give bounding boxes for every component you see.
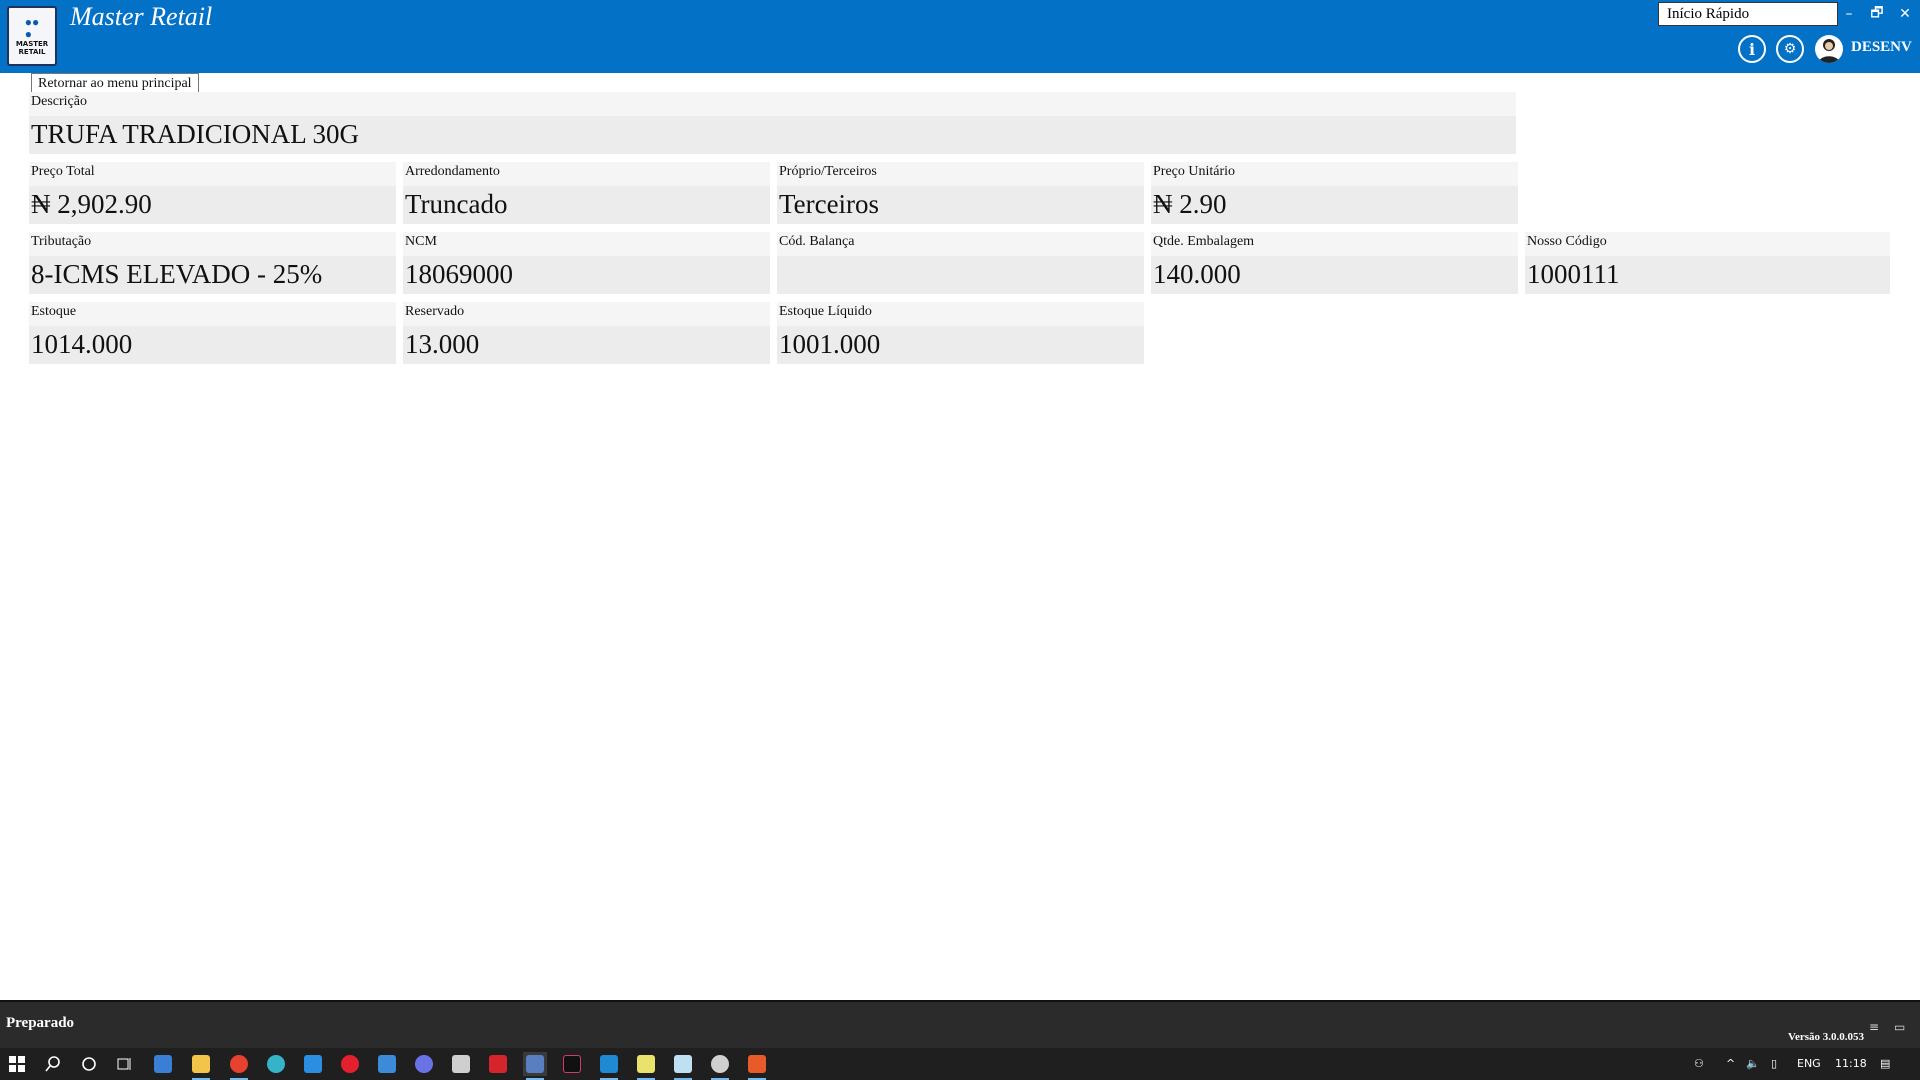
- field-label: Reservado: [405, 304, 465, 319]
- cortana-icon[interactable]: [77, 1052, 101, 1076]
- opera-icon[interactable]: [338, 1052, 362, 1076]
- field-label: Preço Unitário: [1153, 164, 1236, 179]
- acrobat-icon[interactable]: [486, 1052, 510, 1076]
- field-value[interactable]: Terceiros: [777, 186, 1144, 224]
- clock[interactable]: 11:18: [1835, 1057, 1867, 1070]
- user-avatar[interactable]: [1815, 35, 1843, 63]
- mail-icon[interactable]: [375, 1052, 399, 1076]
- field-preco-total: Preço Total ₦ 2,902.90: [29, 162, 396, 224]
- app-flame-icon[interactable]: [745, 1052, 769, 1080]
- user-avatar-icon: [1818, 39, 1840, 63]
- field-descricao: Descrição TRUFA TRADICIONAL 30G: [29, 92, 1516, 154]
- field-estoque: Estoque 1014.000: [29, 302, 396, 364]
- field-arredondamento: Arredondamento Truncado: [403, 162, 770, 224]
- logo-text: MASTER RETAIL: [15, 40, 49, 56]
- field-value[interactable]: TRUFA TRADICIONAL 30G: [29, 116, 1516, 154]
- field-label: Estoque Líquido: [779, 304, 872, 319]
- status-bar: Preparado Versão 3.0.0.053 ≡ ▭: [0, 1000, 1920, 1048]
- field-label: Qtde. Embalagem: [1153, 234, 1255, 249]
- vscode-icon[interactable]: [597, 1052, 621, 1080]
- logo-icon: ●● ●: [24, 15, 40, 41]
- edge-icon[interactable]: [264, 1052, 288, 1076]
- chevron-up-icon[interactable]: ^: [1726, 1057, 1735, 1070]
- field-value[interactable]: 1001.000: [777, 326, 1144, 364]
- user-name: DESENV: [1851, 39, 1912, 55]
- field-value[interactable]: ₦ 2.90: [1151, 186, 1518, 224]
- remote-desktop-icon[interactable]: [708, 1052, 732, 1080]
- master-retail-taskbar-icon[interactable]: [523, 1052, 547, 1080]
- notepad-icon[interactable]: [634, 1052, 658, 1080]
- field-tributacao: Tributação 8-ICMS ELEVADO - 25%: [29, 232, 396, 294]
- field-value[interactable]: 1014.000: [29, 326, 396, 364]
- database-icon: ≡: [1869, 1020, 1880, 1034]
- file-explorer-icon[interactable]: [189, 1052, 213, 1080]
- terminal-icon[interactable]: [560, 1052, 584, 1076]
- field-value[interactable]: 140.000: [1151, 256, 1518, 294]
- field-label: Estoque: [31, 304, 77, 319]
- field-value[interactable]: Truncado: [403, 186, 770, 224]
- language-indicator[interactable]: ENG: [1797, 1057, 1821, 1070]
- field-value[interactable]: ₦ 2,902.90: [29, 186, 396, 224]
- field-label: Descrição: [31, 94, 87, 109]
- title-bar: ●●● MASTER RETAIL Master Retail – 🗗 ✕ i …: [0, 0, 1920, 73]
- task-view-icon[interactable]: [113, 1052, 137, 1076]
- chrome-icon[interactable]: [227, 1052, 251, 1080]
- battery-icon[interactable]: ▯: [1771, 1057, 1777, 1070]
- field-qtde-embalagem: Qtde. Embalagem 140.000: [1151, 232, 1518, 294]
- field-label: NCM: [405, 234, 437, 249]
- field-proprio-terceiros: Próprio/Terceiros Terceiros: [777, 162, 1144, 224]
- field-reservado: Reservado 13.000: [403, 302, 770, 364]
- status-text: Preparado: [6, 1015, 75, 1031]
- version-label: Versão 3.0.0.053: [1788, 1031, 1864, 1043]
- field-value[interactable]: 1000111: [1525, 256, 1890, 294]
- field-label: Tributação: [31, 234, 92, 249]
- field-nosso-codigo: Nosso Código 1000111: [1525, 232, 1890, 294]
- field-ncm: NCM 18069000: [403, 232, 770, 294]
- field-value[interactable]: 18069000: [403, 256, 770, 294]
- field-label: Preço Total: [31, 164, 95, 179]
- minimize-button[interactable]: –: [1837, 2, 1861, 26]
- people-icon[interactable]: ⚇: [1694, 1057, 1704, 1070]
- field-value[interactable]: [777, 256, 1144, 294]
- network-icon: ▭: [1894, 1020, 1906, 1034]
- field-cod-balanca: Cód. Balança: [777, 232, 1144, 294]
- field-label: Próprio/Terceiros: [779, 164, 877, 179]
- quick-start-input[interactable]: [1658, 2, 1838, 26]
- field-value[interactable]: 13.000: [403, 326, 770, 364]
- windows-start-icon[interactable]: [5, 1052, 29, 1076]
- search-icon[interactable]: [41, 1052, 65, 1076]
- app-logo-button[interactable]: ●● ● MASTER RETAIL: [7, 6, 57, 66]
- field-estoque-liquido: Estoque Líquido 1001.000: [777, 302, 1144, 364]
- volume-icon[interactable]: 🔈: [1746, 1057, 1760, 1070]
- notification-icon[interactable]: ▤: [1880, 1057, 1890, 1070]
- close-button[interactable]: ✕: [1893, 2, 1917, 26]
- store-icon[interactable]: [151, 1052, 175, 1076]
- field-value[interactable]: 8-ICMS ELEVADO - 25%: [29, 256, 396, 294]
- document-app-icon[interactable]: [671, 1052, 695, 1080]
- settings-icon[interactable]: ⚙: [1776, 35, 1804, 63]
- restore-button[interactable]: 🗗: [1865, 2, 1889, 26]
- windows-taskbar: ⚇ ^ 🔈 ▯ ENG 11:18 ▤: [0, 1048, 1920, 1080]
- vscode-blue-icon[interactable]: [301, 1052, 325, 1076]
- field-label: Cód. Balança: [779, 234, 855, 249]
- discord-icon[interactable]: [412, 1052, 436, 1076]
- field-label: Arredondamento: [405, 164, 500, 179]
- pinned-app-icon[interactable]: [449, 1052, 473, 1076]
- info-icon[interactable]: i: [1738, 35, 1766, 63]
- field-label: Nosso Código: [1527, 234, 1607, 249]
- field-preco-unitario: Preço Unitário ₦ 2.90: [1151, 162, 1518, 224]
- app-title: Master Retail: [70, 2, 213, 31]
